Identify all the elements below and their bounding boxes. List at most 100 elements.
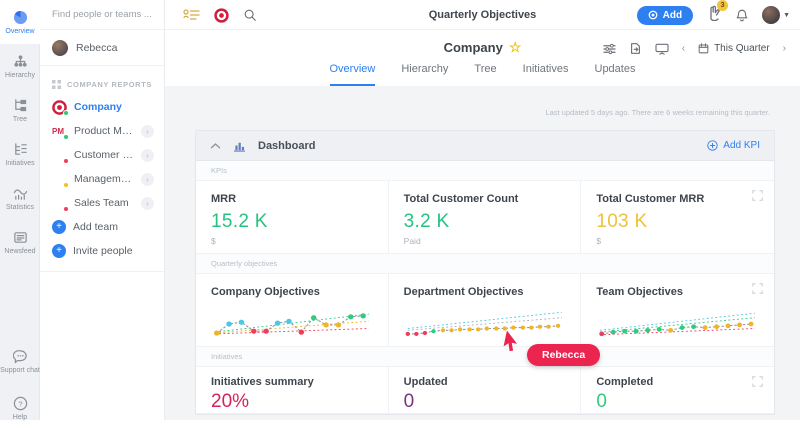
kpi-value: 103 K [596, 211, 759, 233]
rail-label: Tree [13, 116, 27, 123]
tab-tree[interactable]: Tree [474, 63, 496, 86]
bell-icon[interactable] [735, 8, 749, 23]
quarterly-objectives-section-label: Quarterly objectives [196, 254, 774, 274]
svg-text:?: ? [18, 399, 22, 408]
rail-item-newsfeed[interactable]: Newsfeed [0, 220, 40, 264]
department-objectives-card[interactable]: Department Objectives [389, 274, 582, 346]
add-button[interactable]: Add [637, 6, 693, 25]
kpi-card-total-customer-count[interactable]: Total Customer Count 3.2 K Paid [389, 181, 582, 253]
status-dot [63, 134, 69, 140]
sidebar-item-company[interactable]: Company [40, 95, 164, 119]
tree-icon [13, 98, 28, 113]
presentation-icon[interactable] [655, 43, 669, 55]
plus-icon: + [52, 244, 66, 258]
rail-label: Support chat [0, 367, 40, 374]
star-icon[interactable]: ☆ [509, 39, 522, 56]
tab-overview[interactable]: Overview [330, 63, 376, 86]
top-bar: Quarterly Objectives Add 3 ▼ [165, 0, 800, 30]
company-objectives-card[interactable]: Company Objectives [196, 274, 389, 346]
initiatives-summary-card[interactable]: Initiatives summary 20% [196, 367, 389, 413]
team-name: Management Team [74, 173, 134, 185]
initiative-value: 0 [404, 391, 566, 413]
kpi-unit: Paid [404, 236, 566, 246]
status-dot [63, 182, 69, 188]
prev-period-button[interactable]: ‹ [682, 43, 685, 54]
panel-title: Dashboard [258, 140, 315, 152]
team-avatar [52, 172, 67, 187]
notification-badge: 3 [717, 0, 728, 11]
expand-icon[interactable] [752, 190, 763, 201]
chevron-right-icon[interactable]: › [141, 125, 154, 138]
dashboard-panel: Dashboard Add KPI KPIs MRR 15.2 K $ Tota… [195, 130, 775, 415]
status-dot [63, 110, 69, 116]
sidebar-item-management-team[interactable]: Management Team › [40, 167, 164, 191]
dashboard-panel-header[interactable]: Dashboard Add KPI [196, 131, 774, 161]
expand-icon[interactable] [752, 283, 763, 294]
rail-item-overview[interactable]: Overview [0, 0, 40, 44]
kpi-card-mrr[interactable]: MRR 15.2 K $ [196, 181, 389, 253]
plus-icon: + [52, 220, 66, 234]
chevron-right-icon[interactable]: › [141, 173, 154, 186]
user-menu[interactable]: ▼ [762, 6, 790, 24]
rail-item-support-chat[interactable]: Support chat [0, 336, 40, 386]
objectives-card-title: Company Objectives [211, 286, 373, 298]
last-updated-text: Last updated 5 days ago. There are 6 wee… [545, 108, 770, 117]
period-label: This Quarter [714, 43, 770, 54]
sidebar-item-sales-team[interactable]: Sales Team › [40, 191, 164, 215]
kpi-value: 15.2 K [211, 211, 373, 233]
rail-item-statistics[interactable]: Statistics [0, 176, 40, 220]
kpi-title: MRR [211, 193, 373, 205]
divider [40, 271, 164, 272]
team-avatar [52, 196, 67, 211]
objectives-card-title: Department Objectives [404, 286, 566, 298]
user-avatar [52, 40, 68, 56]
rail-item-help[interactable]: ? Help [0, 386, 40, 430]
expand-icon[interactable] [752, 376, 763, 387]
rail-label: Overview [5, 28, 34, 35]
initiatives-completed-card[interactable]: Completed 0 [581, 367, 774, 413]
kpi-card-total-customer-mrr[interactable]: Total Customer MRR 103 K $ [581, 181, 774, 253]
rail-label: Hierarchy [5, 72, 35, 79]
sidebar-search[interactable] [40, 0, 164, 30]
export-icon[interactable] [629, 42, 642, 55]
add-kpi-button[interactable]: Add KPI [707, 140, 760, 151]
sidebar-user[interactable]: Rebecca [40, 30, 164, 66]
initiatives-updated-card[interactable]: Updated 0 [389, 367, 582, 413]
invite-people-button[interactable]: + Invite people [40, 239, 164, 263]
newsfeed-icon [13, 230, 28, 245]
target-icon [648, 10, 658, 20]
chevron-right-icon[interactable]: › [141, 149, 154, 162]
kpis-section-label: KPIs [196, 161, 774, 181]
kpi-title: Total Customer MRR [596, 193, 759, 205]
rail-item-hierarchy[interactable]: Hierarchy [0, 44, 40, 88]
team-objectives-card[interactable]: Team Objectives [581, 274, 774, 346]
add-team-button[interactable]: + Add team [40, 215, 164, 239]
company-objectives-sparkline [211, 306, 373, 342]
sidebar-item-product-management[interactable]: PM Product Managem... › [40, 119, 164, 143]
action-label: Add team [73, 221, 118, 233]
tab-updates[interactable]: Updates [595, 63, 636, 86]
sidebar-item-customer-success[interactable]: Customer Success › [40, 143, 164, 167]
add-kpi-label: Add KPI [723, 140, 760, 151]
bar-chart-icon [233, 140, 246, 152]
list-tree-icon [13, 142, 28, 157]
objectives-cards-row: Company Objectives Department Objectives… [196, 274, 774, 347]
tab-hierarchy[interactable]: Hierarchy [401, 63, 448, 86]
grid-icon [52, 80, 61, 89]
next-period-button[interactable]: › [783, 43, 786, 54]
team-name: Customer Success [74, 149, 134, 161]
rail-label: Initiatives [5, 160, 34, 167]
chevron-right-icon[interactable]: › [141, 197, 154, 210]
period-selector[interactable]: This Quarter [698, 43, 770, 54]
pm-badge: PM [52, 127, 64, 136]
action-label: Invite people [73, 245, 133, 257]
filter-sliders-icon[interactable] [603, 43, 616, 55]
chevron-up-icon[interactable] [210, 142, 221, 150]
tab-initiatives[interactable]: Initiatives [523, 63, 569, 86]
rail-item-initiatives[interactable]: Initiatives [0, 132, 40, 176]
rail-item-tree[interactable]: Tree [0, 88, 40, 132]
search-input[interactable] [52, 9, 152, 20]
celebrations-button[interactable]: 3 [706, 5, 722, 26]
calendar-icon [698, 43, 709, 54]
page-title: Company [444, 40, 503, 55]
